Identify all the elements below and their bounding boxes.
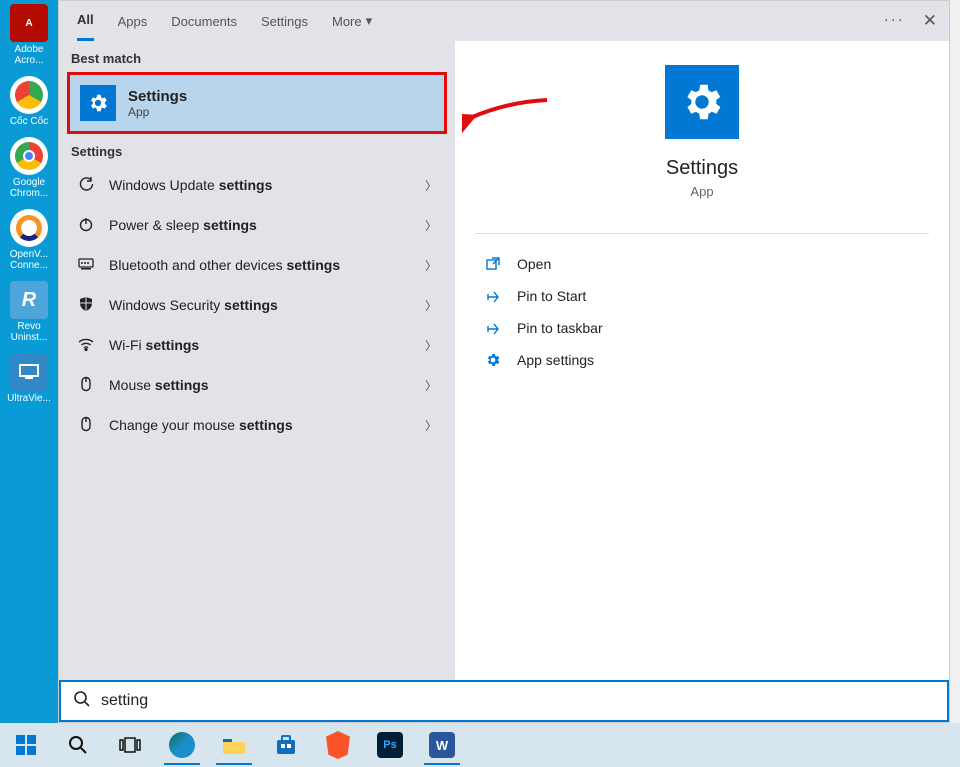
chevron-right-icon: 〉 — [425, 417, 437, 434]
tab-documents[interactable]: Documents — [171, 1, 237, 41]
taskbar-taskview[interactable] — [104, 723, 156, 767]
desktop: A Adobe Acro... Cốc Cốc Google Chrom... … — [0, 0, 58, 723]
settings-result-6[interactable]: Change your mouse settings 〉 — [59, 405, 455, 445]
desktop-icon-openvpn[interactable]: OpenV... Conne... — [0, 209, 58, 271]
tab-apps[interactable]: Apps — [118, 1, 148, 41]
gear-icon — [665, 65, 739, 139]
desktop-icon-adobe[interactable]: A Adobe Acro... — [0, 4, 58, 66]
chevron-down-icon: ▾ — [366, 13, 373, 29]
shield-icon — [77, 296, 95, 315]
taskbar: Ps W — [0, 723, 960, 767]
action-open[interactable]: Open — [455, 248, 949, 280]
chevron-right-icon: 〉 — [425, 217, 437, 234]
action-pin-taskbar[interactable]: Pin to taskbar — [455, 312, 949, 344]
desktop-icon-revo[interactable]: R Revo Uninst... — [0, 281, 58, 343]
bt-icon — [77, 256, 95, 275]
result-label: Windows Security settings — [109, 297, 411, 313]
best-match-settings[interactable]: Settings App — [67, 72, 447, 134]
taskbar-photoshop[interactable]: Ps — [364, 723, 416, 767]
settings-result-5[interactable]: Mouse settings 〉 — [59, 365, 455, 405]
settings-result-1[interactable]: Power & sleep settings 〉 — [59, 205, 455, 245]
desktop-icon-ultraview[interactable]: UltraVie... — [0, 353, 58, 404]
search-panel: All Apps Documents Settings More ▾ ··· ✕… — [58, 0, 950, 723]
section-settings: Settings — [59, 134, 455, 165]
best-match-title: Settings — [128, 88, 187, 105]
taskbar-store[interactable] — [260, 723, 312, 767]
result-label: Wi-Fi settings — [109, 337, 411, 353]
chevron-right-icon: 〉 — [425, 297, 437, 314]
search-input[interactable] — [101, 692, 935, 710]
section-best-match: Best match — [59, 41, 455, 72]
preview-subtitle: App — [690, 184, 713, 199]
taskbar-word[interactable]: W — [416, 723, 468, 767]
chevron-right-icon: 〉 — [425, 177, 437, 194]
gear-icon — [485, 352, 503, 368]
divider — [475, 233, 929, 234]
taskbar-fileexplorer[interactable] — [208, 723, 260, 767]
close-icon[interactable]: ✕ — [923, 11, 937, 31]
refresh-icon — [77, 176, 95, 195]
chevron-right-icon: 〉 — [425, 337, 437, 354]
chevron-right-icon: 〉 — [425, 257, 437, 274]
gear-icon — [80, 85, 116, 121]
power-icon — [77, 216, 95, 235]
more-options-icon[interactable]: ··· — [884, 11, 905, 31]
start-button[interactable] — [0, 723, 52, 767]
tab-settings[interactable]: Settings — [261, 1, 308, 41]
taskbar-search[interactable] — [52, 723, 104, 767]
best-match-subtitle: App — [128, 105, 187, 119]
tab-more[interactable]: More ▾ — [332, 1, 372, 41]
result-label: Bluetooth and other devices settings — [109, 257, 411, 273]
open-icon — [485, 256, 503, 272]
result-label: Windows Update settings — [109, 177, 411, 193]
settings-result-2[interactable]: Bluetooth and other devices settings 〉 — [59, 245, 455, 285]
search-tabs: All Apps Documents Settings More ▾ ··· ✕ — [59, 1, 949, 41]
desktop-icon-chrome[interactable]: Google Chrom... — [0, 137, 58, 199]
pin-icon — [485, 288, 503, 304]
settings-result-0[interactable]: Windows Update settings 〉 — [59, 165, 455, 205]
mouse-icon — [77, 376, 95, 395]
settings-result-4[interactable]: Wi-Fi settings 〉 — [59, 325, 455, 365]
wifi-icon — [77, 336, 95, 355]
mouse-icon — [77, 416, 95, 435]
pin-icon — [485, 320, 503, 336]
taskbar-brave[interactable] — [312, 723, 364, 767]
result-label: Change your mouse settings — [109, 417, 411, 433]
result-label: Power & sleep settings — [109, 217, 411, 233]
search-icon — [73, 690, 91, 713]
action-pin-start[interactable]: Pin to Start — [455, 280, 949, 312]
desktop-icon-coccoc[interactable]: Cốc Cốc — [0, 76, 58, 127]
settings-result-3[interactable]: Windows Security settings 〉 — [59, 285, 455, 325]
result-label: Mouse settings — [109, 377, 411, 393]
tab-all[interactable]: All — [77, 1, 94, 41]
action-app-settings[interactable]: App settings — [455, 344, 949, 376]
preview-column: Settings App Open Pin to Start P — [455, 41, 949, 680]
preview-title: Settings — [666, 157, 738, 180]
search-bar[interactable] — [59, 680, 949, 722]
taskbar-edge[interactable] — [156, 723, 208, 767]
chevron-right-icon: 〉 — [425, 377, 437, 394]
results-column: Best match Settings App Settings Windows… — [59, 41, 455, 680]
